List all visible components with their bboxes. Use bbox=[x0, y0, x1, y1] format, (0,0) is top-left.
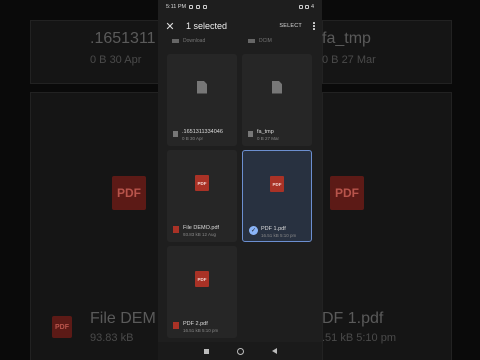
file-meta: 16.51 kB 5:10 pm bbox=[183, 328, 219, 333]
file-meta: 93.83 kB 12 Aug bbox=[183, 232, 217, 237]
selection-title: 1 selected bbox=[186, 21, 228, 31]
status-left: 5:11 PM bbox=[166, 4, 208, 10]
bg-bottom-right-meta: .51 kB 5:10 pm bbox=[322, 332, 396, 344]
bg-top-right-meta: 0 B 27 Mar bbox=[322, 54, 376, 66]
file-name: File DEMO.pdf bbox=[183, 225, 220, 231]
file-meta: 0 B 27 Mar bbox=[257, 136, 280, 141]
bg-pdf-small-icon: PDF bbox=[52, 316, 72, 338]
previous-row-left: Download bbox=[172, 38, 205, 46]
document-icon bbox=[173, 131, 178, 137]
file-card[interactable]: .1651311334046 0 B 30 Apr bbox=[167, 54, 237, 146]
back-icon[interactable] bbox=[271, 348, 277, 354]
file-thumbnail: PDF bbox=[243, 151, 311, 217]
bg-top-left-meta: 0 B 30 Apr bbox=[90, 54, 142, 66]
folder-icon bbox=[172, 38, 179, 43]
bg-bottom-left-meta: 93.83 kB bbox=[90, 332, 134, 344]
folder-label: Download bbox=[183, 38, 206, 44]
file-thumbnail: PDF bbox=[167, 150, 237, 216]
bg-bottom-right-name: DF 1.pdf bbox=[322, 310, 384, 327]
document-icon bbox=[197, 80, 207, 94]
file-info: ✓ PDF 1.pdf 16.51 kB 5:10 pm bbox=[249, 226, 308, 239]
file-info: fa_tmp 0 B 27 Mar bbox=[248, 129, 309, 142]
status-time: 5:11 PM bbox=[166, 4, 187, 10]
file-meta: 0 B 30 Apr bbox=[182, 136, 204, 141]
document-icon bbox=[272, 80, 282, 94]
pdf-icon bbox=[173, 322, 179, 329]
file-card[interactable]: PDF File DEMO.pdf 93.83 kB 12 Aug bbox=[167, 150, 237, 242]
recents-icon[interactable] bbox=[203, 348, 209, 354]
bg-top-left-name: .1651311 bbox=[90, 30, 156, 47]
folder-label: DCIM bbox=[259, 38, 272, 44]
document-icon bbox=[248, 131, 253, 137]
notification-icon bbox=[196, 5, 201, 9]
check-icon[interactable]: ✓ bbox=[249, 226, 258, 235]
file-name: PDF 2.pdf bbox=[183, 321, 208, 327]
wifi-icon bbox=[304, 5, 309, 9]
file-info: PDF 2.pdf 16.51 kB 5:10 pm bbox=[173, 321, 234, 334]
signal-icon bbox=[298, 5, 303, 9]
status-bar: 5:11 PM 4 bbox=[158, 0, 322, 14]
more-vert-icon[interactable] bbox=[311, 22, 317, 30]
home-icon[interactable] bbox=[236, 347, 244, 355]
app-bar: ✕ 1 selected SELECT bbox=[158, 14, 322, 38]
file-info: File DEMO.pdf 93.83 kB 12 Aug bbox=[173, 225, 234, 238]
folder-icon bbox=[248, 38, 255, 43]
file-meta: 16.51 kB 5:10 pm bbox=[261, 233, 297, 238]
pdf-icon: PDF bbox=[195, 271, 209, 287]
pdf-icon: PDF bbox=[270, 176, 284, 192]
select-button[interactable]: SELECT bbox=[279, 23, 302, 29]
file-thumbnail: PDF bbox=[167, 246, 237, 312]
file-thumbnail bbox=[242, 54, 312, 120]
bg-bottom-left-name: File DEM bbox=[90, 310, 156, 327]
notification-icon bbox=[189, 5, 194, 9]
file-card-selected[interactable]: PDF ✓ PDF 1.pdf 16.51 kB 5:10 pm bbox=[242, 150, 312, 242]
previous-row-right: DCIM bbox=[248, 38, 272, 46]
bg-pdf-right-icon: PDF bbox=[330, 176, 364, 210]
file-card[interactable]: fa_tmp 0 B 27 Mar bbox=[242, 54, 312, 146]
notification-icon bbox=[203, 5, 208, 9]
status-right: 4 bbox=[298, 4, 314, 10]
file-name: PDF 1.pdf bbox=[261, 226, 286, 232]
phone-screen: 5:11 PM 4 ✕ 1 selected SELECT Download D… bbox=[158, 0, 322, 360]
file-thumbnail bbox=[167, 54, 237, 120]
file-name: .1651311334046 bbox=[182, 129, 223, 135]
bg-pdf-left-icon: PDF bbox=[112, 176, 146, 210]
pdf-icon: PDF bbox=[195, 175, 209, 191]
file-info: .1651311334046 0 B 30 Apr bbox=[173, 129, 234, 142]
file-name: fa_tmp bbox=[257, 129, 274, 135]
file-card[interactable]: PDF PDF 2.pdf 16.51 kB 5:10 pm bbox=[167, 246, 237, 338]
navigation-bar bbox=[158, 342, 322, 360]
close-icon[interactable]: ✕ bbox=[163, 19, 177, 33]
bg-top-right-name: fa_tmp bbox=[322, 30, 371, 47]
battery-level: 4 bbox=[310, 4, 314, 10]
pdf-icon bbox=[173, 226, 179, 233]
